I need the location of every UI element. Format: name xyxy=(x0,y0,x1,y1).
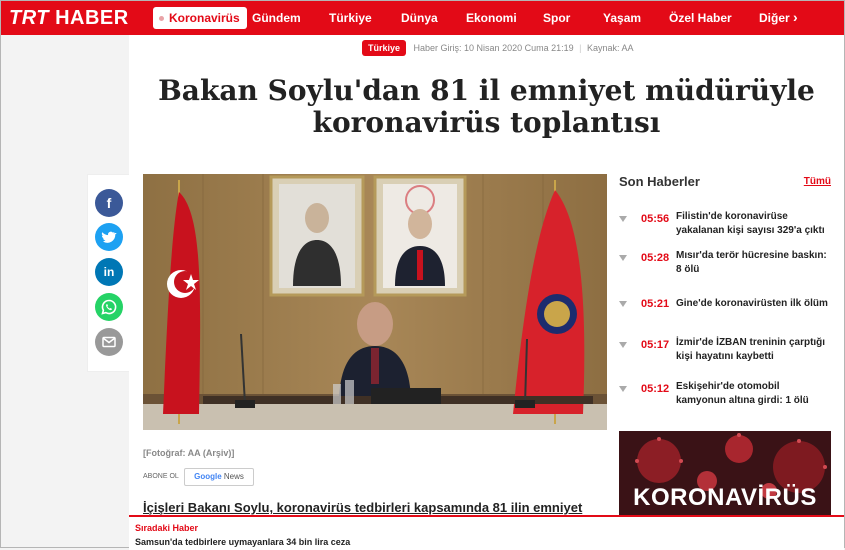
news-time: 05:56 xyxy=(641,213,670,225)
nav-item-spor[interactable]: Spor xyxy=(543,7,570,29)
sidebar-title: Son Haberler xyxy=(619,174,700,189)
list-item[interactable]: 05:21 Gine'de koronavirüsten ilk ölüm xyxy=(619,295,831,329)
article-lead: İçişleri Bakanı Soylu, koronavirüs tedbi… xyxy=(143,500,583,515)
nav-item-ekonomi[interactable]: Ekonomi xyxy=(466,7,517,29)
next-article-label: Sıradaki Haber xyxy=(135,523,199,533)
nav-item-gundem[interactable]: Gündem xyxy=(252,7,301,29)
list-item[interactable]: 05:12 Eskişehir'de otomobil kamyonun alt… xyxy=(619,380,831,414)
linkedin-icon[interactable]: in xyxy=(95,258,123,286)
publish-date: Haber Giriş: 10 Nisan 2020 Cuma 21:19 xyxy=(413,43,574,53)
google-news-button[interactable]: Google News xyxy=(184,468,254,486)
google-news-label: News xyxy=(223,472,244,481)
triangle-bullet-icon xyxy=(619,342,627,348)
triangle-bullet-icon xyxy=(619,216,627,222)
article-title-line-2: koronavirüs toplantısı xyxy=(312,106,661,139)
list-item[interactable]: 05:17 İzmir'de İZBAN treninin çarptığı k… xyxy=(619,336,831,370)
next-article-bar[interactable]: Sıradaki Haber Samsun'da tedbirlere uyma… xyxy=(129,515,844,550)
news-time: 05:28 xyxy=(641,252,670,264)
whatsapp-icon[interactable] xyxy=(95,293,123,321)
nav-item-diger[interactable]: Diğer xyxy=(759,7,790,29)
see-all-link[interactable]: Tümü xyxy=(804,176,831,187)
koronavirus-promo-banner[interactable]: KORONAVİRÜS xyxy=(619,431,831,515)
share-bar: f in xyxy=(87,174,131,372)
nav-item-turkiye[interactable]: Türkiye xyxy=(329,7,372,29)
chevron-right-icon[interactable]: › xyxy=(793,9,798,25)
photo-caption: [Fotoğraf: AA (Arşiv)] xyxy=(143,448,235,458)
trt-haber-logo[interactable]: TRT HABER xyxy=(9,6,129,30)
news-headline: Gine'de koronavirüsten ilk ölüm xyxy=(676,298,828,309)
email-icon[interactable] xyxy=(95,328,123,356)
top-navigation-bar: TRT HABER Koronavirüs Gündem Türkiye Dün… xyxy=(1,1,844,35)
follow-label: ABONE OL xyxy=(143,473,179,480)
promo-text: KORONAVİRÜS xyxy=(633,484,817,511)
news-headline: İzmir'de İZBAN treninin çarptığı kişi ha… xyxy=(676,337,826,362)
article-content: Türkiye Haber Giriş: 10 Nisan 2020 Cuma … xyxy=(129,35,844,515)
news-time: 05:17 xyxy=(641,339,670,351)
list-item[interactable]: 05:56 Filistin'de koronavirüse yakalanan… xyxy=(619,210,831,244)
category-badge[interactable]: Türkiye xyxy=(362,40,407,56)
triangle-bullet-icon xyxy=(619,255,627,261)
meta-separator: | xyxy=(579,43,582,53)
triangle-bullet-icon xyxy=(619,301,627,307)
news-headline: Mısır'da terör hücresine baskın: 8 ölü xyxy=(676,250,827,275)
article-source: Kaynak: AA xyxy=(587,43,634,53)
article-photo[interactable] xyxy=(143,174,607,430)
article-title-line-1: Bakan Soylu'dan 81 il emniyet müdürüyle xyxy=(158,74,815,107)
article-meta: Türkiye Haber Giriş: 10 Nisan 2020 Cuma … xyxy=(362,40,634,58)
article-title: Bakan Soylu'dan 81 il emniyet müdürüyle … xyxy=(129,75,844,139)
news-time: 05:12 xyxy=(641,383,670,395)
nav-item-dunya[interactable]: Dünya xyxy=(401,7,438,29)
news-headline: Eskişehir'de otomobil kamyonun altına gi… xyxy=(676,381,809,406)
nav-item-koronavirus[interactable]: Koronavirüs xyxy=(153,7,247,29)
facebook-icon[interactable]: f xyxy=(95,189,123,217)
sidebar-header: Son Haberler Tümü xyxy=(619,174,831,190)
google-news-logo-text: Google xyxy=(194,472,222,481)
twitter-icon[interactable] xyxy=(95,223,123,251)
next-article-title[interactable]: Samsun'da tedbirlere uymayanlara 34 bin … xyxy=(135,537,350,547)
nav-item-yasam[interactable]: Yaşam xyxy=(603,7,641,29)
list-item[interactable]: 05:28 Mısır'da terör hücresine baskın: 8… xyxy=(619,249,831,283)
news-time: 05:21 xyxy=(641,298,670,310)
triangle-bullet-icon xyxy=(619,386,627,392)
nav-item-ozel-haber[interactable]: Özel Haber xyxy=(669,7,732,29)
news-headline: Filistin'de koronavirüse yakalanan kişi … xyxy=(676,211,825,236)
